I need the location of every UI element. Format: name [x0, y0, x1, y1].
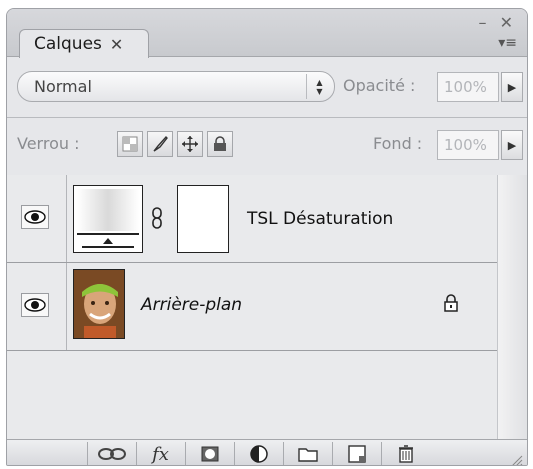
- visibility-column: [7, 175, 67, 262]
- photo-thumbnail[interactable]: [73, 269, 125, 339]
- layer-list-scrollbar[interactable]: [497, 175, 527, 439]
- divider: [7, 117, 527, 118]
- layer-name: Arrière-plan: [141, 295, 243, 315]
- fill-slider-button[interactable]: ▶: [501, 130, 523, 160]
- add-mask-icon[interactable]: [185, 442, 233, 465]
- new-group-icon[interactable]: [283, 442, 331, 465]
- opacity-field[interactable]: 100%: [437, 72, 499, 102]
- chain-link-icon[interactable]: [151, 207, 163, 229]
- resize-grip-icon[interactable]: [511, 452, 523, 465]
- lock-transparency-icon[interactable]: [117, 131, 143, 157]
- panel-titlebar: Calques ✕ – ✕ ▾≡: [7, 9, 527, 58]
- tab-close-icon[interactable]: ✕: [110, 35, 123, 54]
- fill-field[interactable]: 100%: [437, 130, 499, 160]
- layer-row[interactable]: Arrière-plan: [7, 263, 497, 351]
- lock-all-icon[interactable]: [207, 131, 233, 157]
- lock-row: Verrou : Fond : 100% ▶: [17, 127, 523, 163]
- eye-icon[interactable]: [21, 293, 49, 317]
- layers-panel: Calques ✕ – ✕ ▾≡ Normal ▲ ▼ Opacité : 100…: [6, 8, 528, 466]
- panel-menu-icon[interactable]: ▾≡: [498, 35, 517, 51]
- blend-mode-value: Normal: [34, 77, 92, 96]
- bottom-toolbar: fx: [7, 439, 527, 465]
- layer-mask-thumbnail[interactable]: [177, 185, 229, 253]
- eye-icon[interactable]: [21, 205, 49, 229]
- tab-label: Calques: [34, 34, 102, 54]
- trash-icon[interactable]: [381, 442, 429, 465]
- opacity-label: Opacité :: [343, 76, 416, 95]
- tab-calques[interactable]: Calques ✕: [19, 29, 149, 58]
- window-controls[interactable]: – ✕: [479, 13, 518, 32]
- layer-style-fx-icon[interactable]: fx: [136, 442, 184, 465]
- new-layer-icon[interactable]: [332, 442, 380, 465]
- lock-label: Verrou :: [17, 134, 80, 153]
- layer-row[interactable]: TSL Désaturation: [7, 175, 497, 263]
- layer-list: TSL Désaturation Arrière-plan: [7, 175, 497, 439]
- visibility-column: [7, 263, 67, 350]
- fill-label: Fond :: [373, 134, 423, 153]
- select-arrows-icon: ▲ ▼: [306, 74, 332, 99]
- layer-name: TSL Désaturation: [247, 209, 394, 229]
- new-adjustment-icon[interactable]: [234, 442, 282, 465]
- blend-row: Normal ▲ ▼ Opacité : 100% ▶: [17, 69, 523, 105]
- lock-move-icon[interactable]: [177, 131, 203, 157]
- lock-brush-icon[interactable]: [147, 131, 173, 157]
- adjustment-thumbnail[interactable]: [73, 185, 143, 253]
- opacity-slider-button[interactable]: ▶: [501, 72, 523, 102]
- link-layers-icon[interactable]: [87, 442, 135, 465]
- lock-icon: [443, 293, 459, 313]
- blend-mode-select[interactable]: Normal ▲ ▼: [17, 71, 335, 102]
